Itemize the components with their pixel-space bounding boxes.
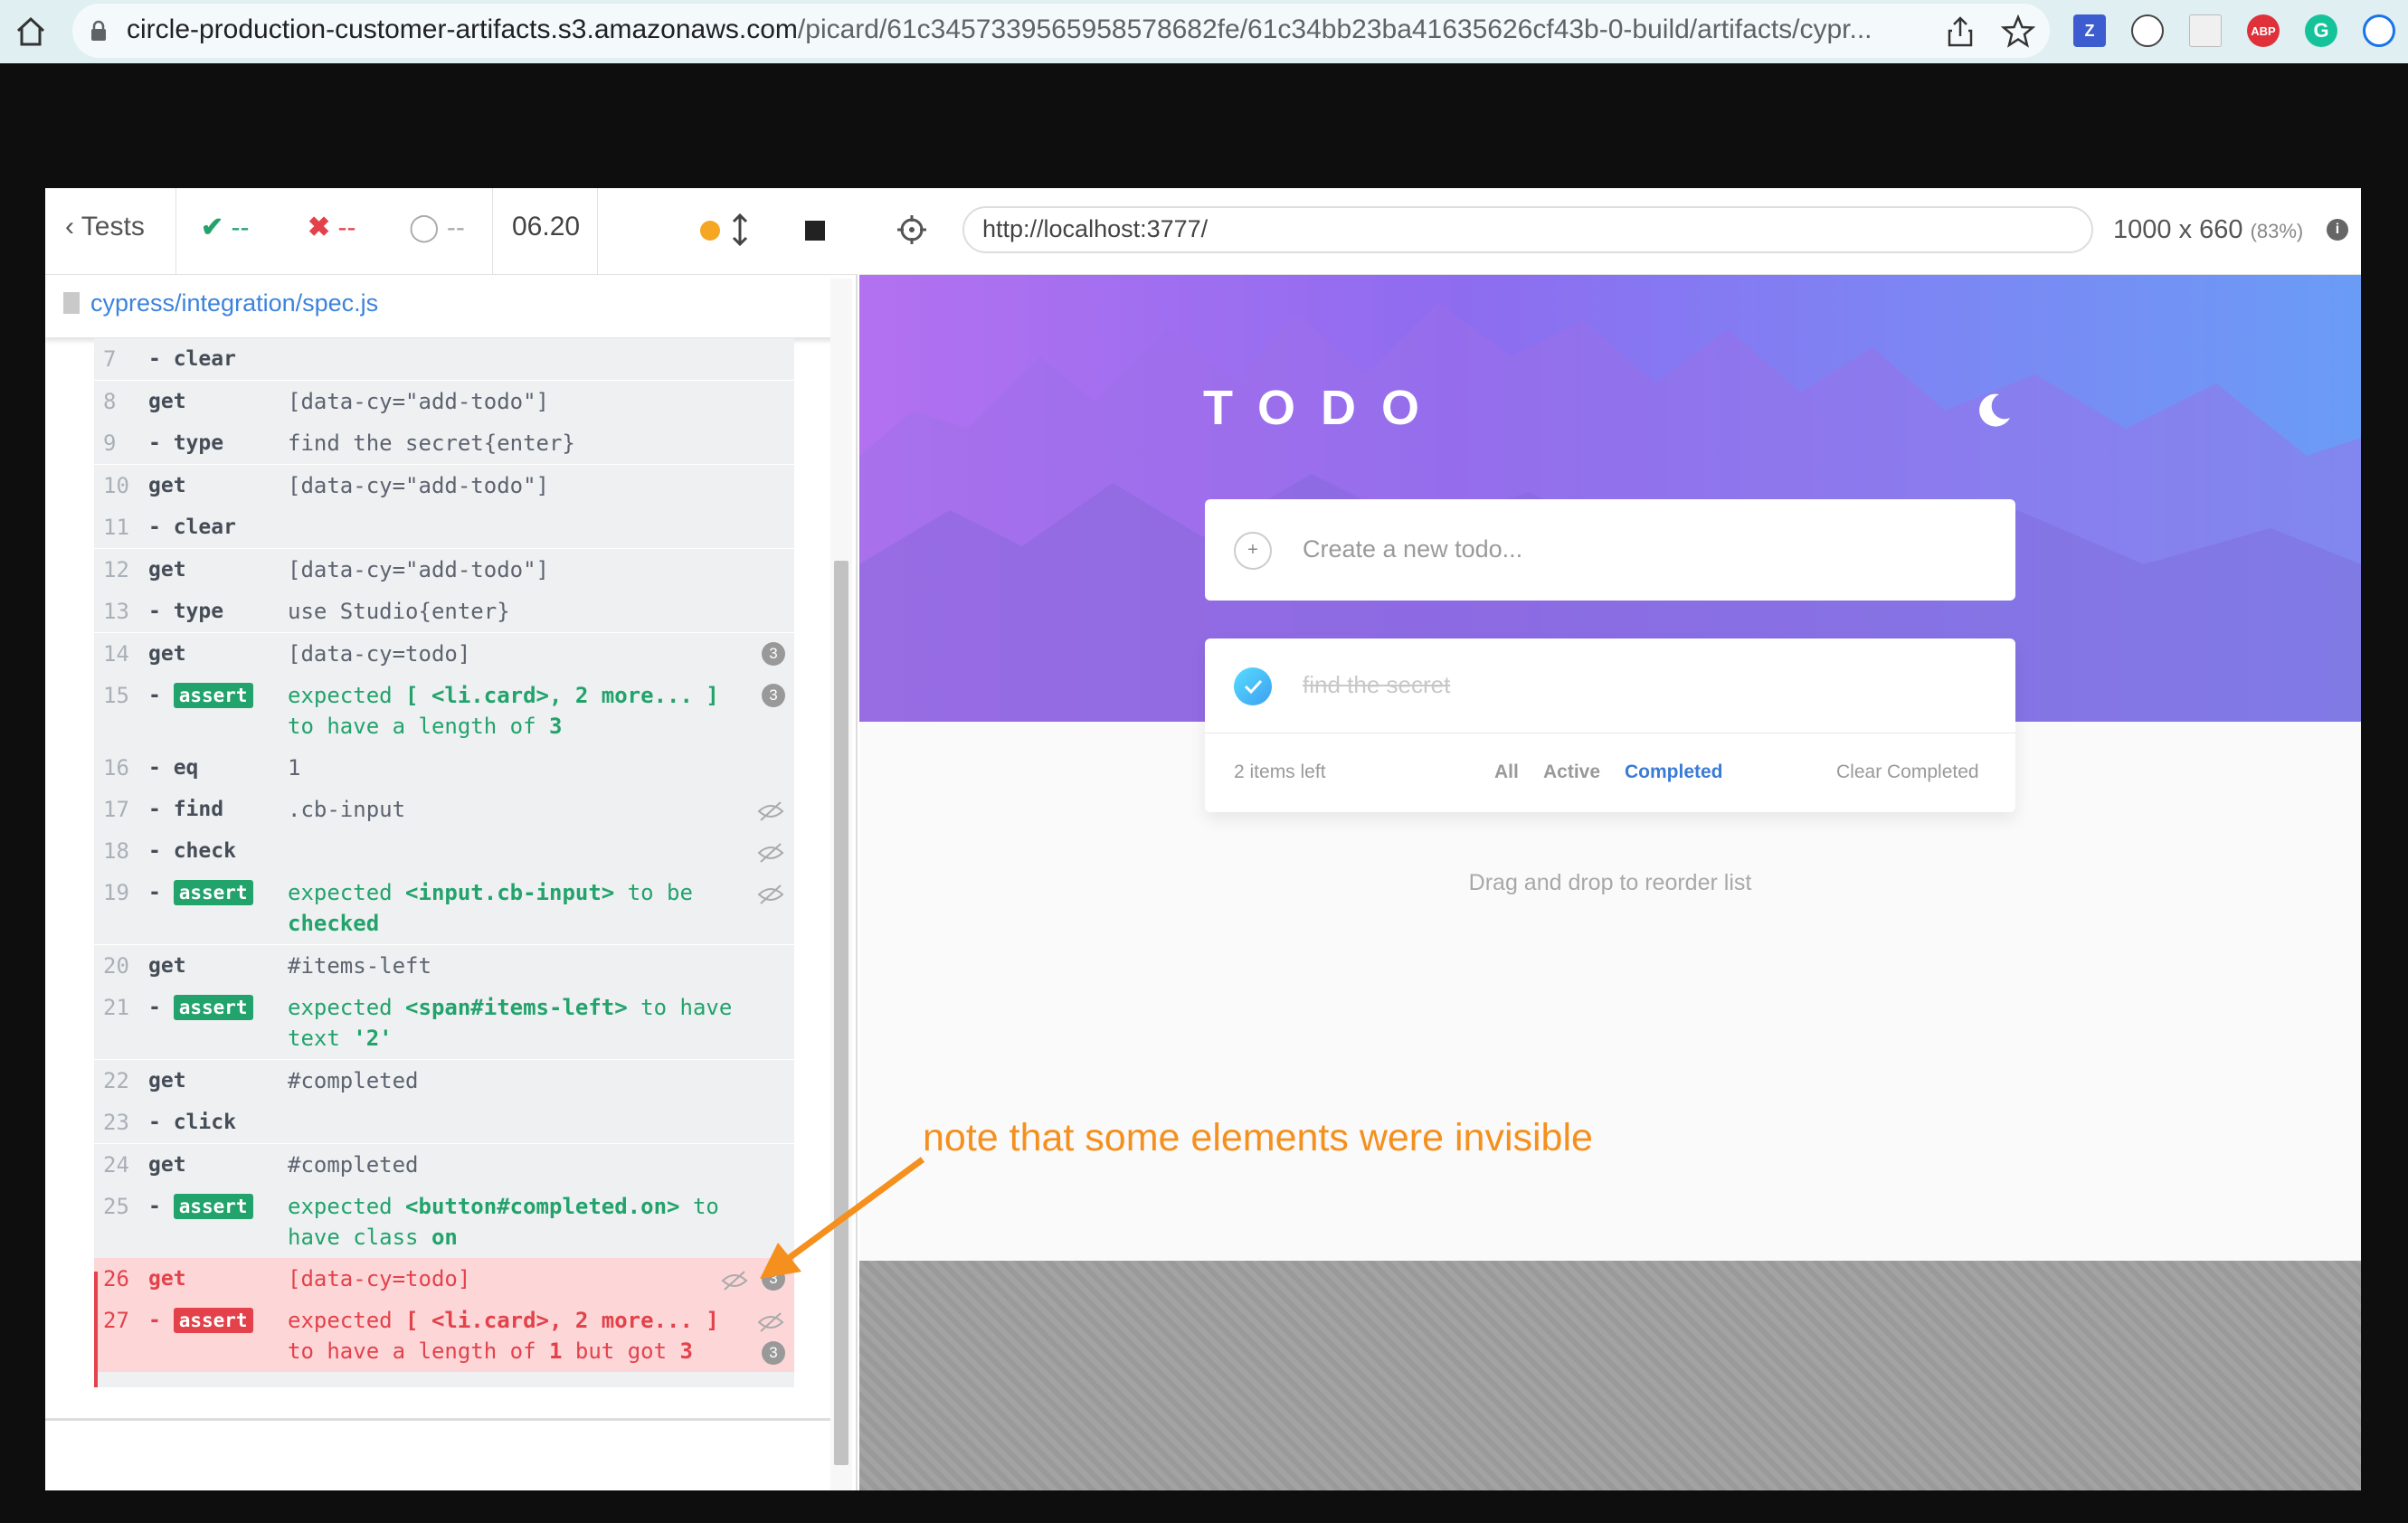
assert-badge: assert <box>173 880 253 905</box>
app-title: TODO <box>1203 381 1446 435</box>
failed-count: ✖ -- <box>308 213 356 242</box>
command-row[interactable]: 21- assert expected <span#items-left> to … <box>94 987 794 1060</box>
filter-all-button[interactable]: All <box>1494 762 1519 783</box>
failed-command-row[interactable]: 26 get [data-cy=todo] 3 <box>94 1258 794 1300</box>
spinner-icon: ◯ <box>409 213 440 242</box>
command-row[interactable]: 13- type use Studio{enter} <box>94 591 794 633</box>
address-text: circle-production-customer-artifacts.s3.… <box>127 14 1872 44</box>
extension-info-icon[interactable] <box>2363 14 2395 47</box>
extension-circle-icon[interactable] <box>2131 14 2164 47</box>
aut-url-text: http://localhost:3777/ <box>982 215 1209 242</box>
filter-completed-button[interactable]: Completed <box>1625 762 1723 783</box>
assert-badge: assert <box>173 1308 253 1333</box>
scrollbar-thumb[interactable] <box>834 561 848 1465</box>
extension-z-icon[interactable]: Z <box>2073 14 2106 47</box>
command-row[interactable]: 18- check <box>94 830 794 872</box>
extension-abp-icon[interactable]: ABP <box>2247 14 2280 47</box>
items-left: 2 items left <box>1234 762 1326 782</box>
clear-completed-button[interactable]: Clear Completed <box>1836 762 1979 783</box>
home-icon[interactable] <box>13 14 49 49</box>
auto-scroll-icon[interactable] <box>729 212 751 248</box>
element-count-badge: 3 <box>762 1341 785 1365</box>
command-row[interactable]: 9- type find the secret{enter} <box>94 422 794 465</box>
command-row[interactable]: 25- assert expected <button#completed.on>… <box>94 1186 794 1258</box>
file-icon <box>63 292 80 314</box>
add-todo-circle-icon[interactable]: + <box>1234 532 1272 570</box>
failure-indicator <box>94 1272 98 1387</box>
command-row[interactable]: 20 get #items-left <box>94 945 794 987</box>
command-row[interactable]: 10 get [data-cy="add-todo"] <box>94 465 794 506</box>
filter-active-button[interactable]: Active <box>1543 762 1600 783</box>
assert-badge: assert <box>173 995 253 1020</box>
todo-list-card <box>1205 639 2015 812</box>
todo-item-text[interactable]: find the secret <box>1303 671 1450 699</box>
info-icon[interactable]: i <box>2327 219 2348 241</box>
command-row[interactable]: 16- eq 1 <box>94 747 794 789</box>
command-row[interactable]: 17- find .cb-input <box>94 789 794 830</box>
command-row[interactable]: 23- click <box>94 1102 794 1144</box>
stop-icon[interactable] <box>805 221 825 241</box>
extension-doc-icon[interactable] <box>2189 14 2222 47</box>
command-log: 7- clear 8 get [data-cy="add-todo"] 9- typ… <box>94 338 794 1372</box>
duration: 06.20 <box>512 212 581 241</box>
selector-playground-icon[interactable] <box>896 213 928 246</box>
eye-slash-icon <box>756 883 785 904</box>
eye-slash-icon <box>756 841 785 863</box>
new-todo-placeholder: Create a new todo... <box>1303 535 1523 563</box>
command-row[interactable]: 11- clear <box>94 506 794 549</box>
spec-link[interactable]: cypress/integration/spec.js <box>90 289 378 317</box>
tests-button[interactable]: ‹ Tests <box>65 212 145 242</box>
assert-badge: assert <box>173 683 253 708</box>
command-row[interactable]: 22 get #completed <box>94 1060 794 1102</box>
element-count-badge: 3 <box>762 684 785 707</box>
running-indicator-icon <box>700 221 720 241</box>
command-row[interactable]: 8 get [data-cy="add-todo"] <box>94 381 794 422</box>
eye-slash-icon <box>756 1310 785 1332</box>
command-row[interactable]: 15- assert expected [ <li.card>, 2 more..… <box>94 675 794 747</box>
x-icon: ✖ <box>308 213 331 242</box>
assert-badge: assert <box>173 1194 253 1219</box>
command-row[interactable]: 24 get #completed <box>94 1144 794 1186</box>
passed-count: ✔ -- <box>201 213 250 242</box>
failed-command-row[interactable]: 27- assert expected [ <li.card>, 2 more..… <box>94 1300 794 1372</box>
extension-grammarly-icon[interactable]: G <box>2305 14 2337 47</box>
bookmark-star-icon[interactable] <box>2000 14 2036 49</box>
eye-slash-icon <box>756 799 785 821</box>
annotation-arrow <box>742 1149 932 1284</box>
theme-toggle-moon-icon[interactable] <box>1972 389 2015 432</box>
command-row[interactable]: 7- clear <box>94 338 794 381</box>
check-icon: ✔ <box>201 213 224 242</box>
completed-check-icon[interactable] <box>1234 667 1272 705</box>
drag-hint: Drag and drop to reorder list <box>1468 870 1752 895</box>
command-row[interactable]: 19- assert expected <input.cb-input> to b… <box>94 872 794 945</box>
annotation-note: note that some elements were invisible <box>923 1116 1593 1159</box>
divider <box>45 1418 832 1421</box>
pending-count: ◯ -- <box>409 213 465 242</box>
viewport-size: 1000 x 660 (83%) <box>2113 215 2304 244</box>
command-row[interactable]: 14 get [data-cy=todo] 3 <box>94 633 794 675</box>
empty-viewport-area <box>859 1261 2361 1490</box>
command-row[interactable]: 12 get [data-cy="add-todo"] <box>94 549 794 591</box>
share-icon[interactable] <box>1945 14 1976 49</box>
element-count-badge: 3 <box>762 642 785 666</box>
lock-icon <box>90 20 107 42</box>
